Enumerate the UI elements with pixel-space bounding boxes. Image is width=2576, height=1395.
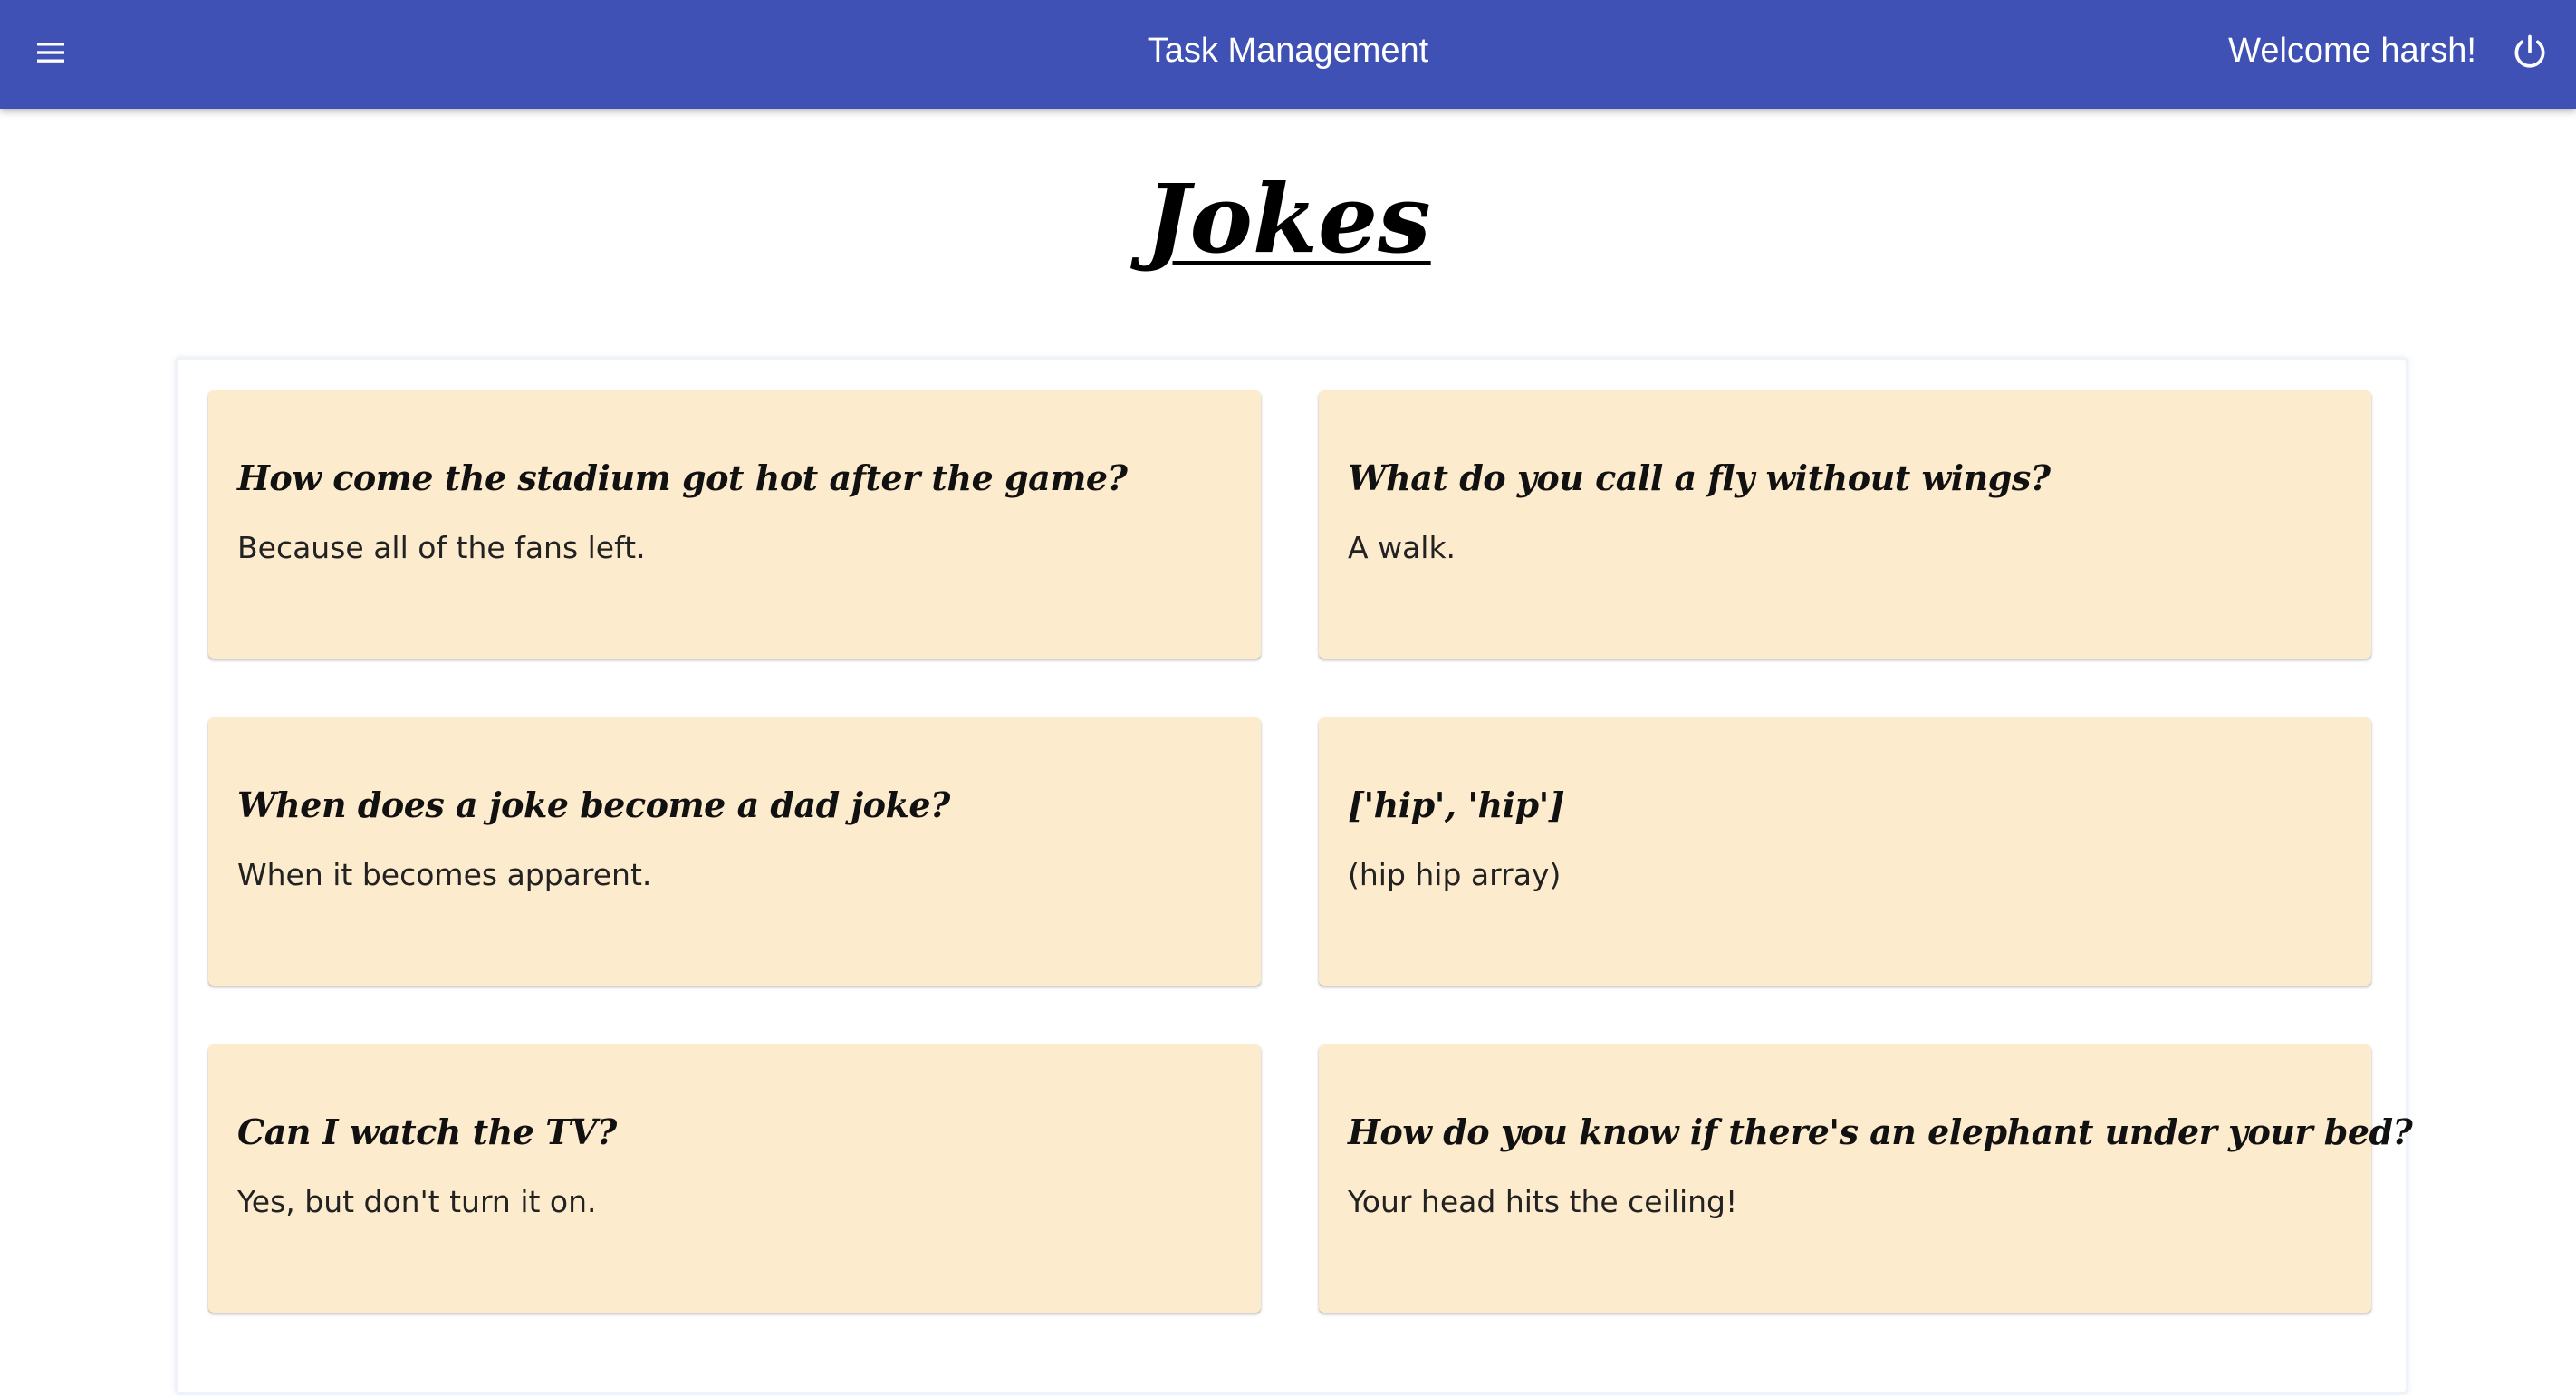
- joke-answer: When it becomes apparent.: [237, 857, 652, 892]
- welcome-message: Welcome harsh!: [2228, 31, 2476, 70]
- joke-question: What do you call a fly without wings?: [1348, 457, 2051, 498]
- joke-answer: Because all of the fans left.: [237, 530, 646, 565]
- power-icon: [2514, 34, 2545, 68]
- menu-button[interactable]: [25, 27, 76, 78]
- joke-card[interactable]: Can I watch the TV? Yes, but don't turn …: [208, 1044, 1261, 1313]
- joke-card[interactable]: How come the stadium got hot after the g…: [208, 390, 1261, 659]
- joke-card[interactable]: ['hip', 'hip'] (hip hip array): [1319, 717, 2371, 986]
- page-title: Jokes: [1145, 163, 1431, 274]
- joke-card[interactable]: What do you call a fly without wings? A …: [1319, 390, 2371, 659]
- joke-question: How come the stadium got hot after the g…: [237, 457, 1128, 498]
- logout-button[interactable]: [2504, 25, 2556, 78]
- app-bar: Task Management Welcome harsh!: [0, 0, 2576, 109]
- joke-question: How do you know if there's an elephant u…: [1348, 1111, 2413, 1152]
- joke-card[interactable]: When does a joke become a dad joke? When…: [208, 717, 1261, 986]
- joke-question: ['hip', 'hip']: [1348, 784, 1565, 825]
- jokes-container: How come the stadium got hot after the g…: [175, 357, 2413, 1395]
- app-title: Task Management: [1147, 31, 1429, 70]
- joke-card[interactable]: How do you know if there's an elephant u…: [1319, 1044, 2413, 1313]
- joke-question: Can I watch the TV?: [237, 1111, 617, 1152]
- joke-question: When does a joke become a dad joke?: [237, 784, 950, 825]
- joke-answer: Yes, but don't turn it on.: [237, 1184, 597, 1219]
- menu-icon: [37, 43, 64, 63]
- joke-answer: A walk.: [1348, 530, 1456, 565]
- joke-answer: (hip hip array): [1348, 857, 1562, 892]
- joke-answer: Your head hits the ceiling!: [1348, 1184, 1738, 1219]
